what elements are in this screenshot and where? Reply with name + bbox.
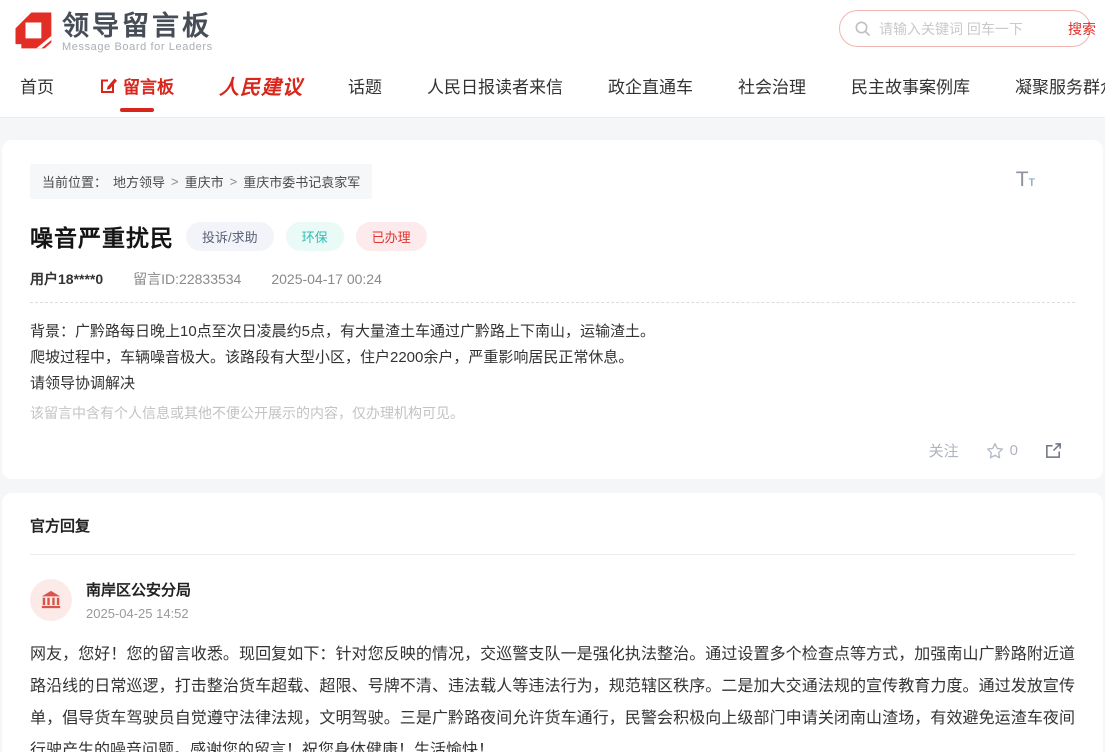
favorite-count: 0 [1010, 442, 1018, 459]
search-bar: 搜索 [839, 10, 1091, 47]
star-icon [985, 441, 1005, 461]
search-input[interactable] [879, 21, 1060, 37]
brand-subtitle: Message Board for Leaders [62, 41, 213, 53]
nav-item-serve-masses[interactable]: 凝聚服务群众 [1015, 73, 1105, 112]
agency-name: 南岸区公安分局 [86, 579, 191, 600]
message-actions: 关注 0 [30, 440, 1075, 461]
message-body: 背景：广黔路每日晚上10点至次日凌晨约5点，有大量渣土车通过广黔路上下南山，运输… [30, 319, 1075, 426]
breadcrumb: 当前位置： 地方领导 > 重庆市 > 重庆市委书记袁家军 [30, 164, 372, 199]
message-date: 2025-04-17 00:24 [271, 271, 382, 287]
breadcrumb-separator: > [171, 174, 179, 189]
nav-item-democracy-cases[interactable]: 民主故事案例库 [851, 73, 970, 112]
follow-button[interactable]: 关注 [929, 440, 959, 461]
nav-item-readers-letters[interactable]: 人民日报读者来信 [427, 73, 563, 112]
breadcrumb-separator: > [230, 174, 238, 189]
tag-field-environment: 环保 [286, 222, 344, 251]
breadcrumb-item-leader[interactable]: 重庆市委书记袁家军 [243, 172, 360, 191]
government-building-icon [40, 589, 62, 611]
brand-title: 领导留言板 [62, 12, 213, 40]
header: 领导留言板 Message Board for Leaders 搜索 首页 [0, 0, 1105, 118]
breadcrumb-item-city[interactable]: 重庆市 [185, 172, 224, 191]
main-nav: 首页 留言板 人民建议 话题 人民日报读者来信 政企直通车 社会治理 民主故事案… [12, 71, 1091, 114]
message-paragraph: 爬坡过程中，车辆噪音极大。该路段有大型小区，住户2200余户，严重影响居民正常休… [30, 345, 1075, 371]
font-size-toggle-big: T [1016, 168, 1029, 191]
nav-item-topics[interactable]: 话题 [348, 73, 382, 112]
search-button[interactable]: 搜索 [1068, 19, 1096, 39]
agency-avatar [30, 579, 72, 621]
nav-item-message-board[interactable]: 留言板 [99, 73, 174, 112]
message-id: 留言ID:22833534 [133, 269, 241, 289]
official-reply-heading: 官方回复 [30, 515, 1075, 536]
breadcrumb-label: 当前位置： [42, 172, 107, 191]
breadcrumb-item-local-leaders[interactable]: 地方领导 [113, 172, 165, 191]
privacy-note: 该留言中含有个人信息或其他不便公开展示的内容，仅办理机构可见。 [30, 400, 1075, 426]
nav-item-message-board-label: 留言板 [123, 73, 174, 98]
reply-date: 2025-04-25 14:52 [86, 606, 191, 621]
app-logo[interactable]: 领导留言板 Message Board for Leaders [12, 10, 213, 55]
nav-item-social-governance[interactable]: 社会治理 [738, 73, 806, 112]
page-title: 噪音严重扰民 [30, 219, 174, 253]
search-icon [854, 20, 871, 37]
font-size-toggle[interactable]: Tт [1016, 168, 1035, 192]
official-reply-card: 官方回复 南岸区公安分局 2025-04-25 14:52 网友，您好！您的留言… [2, 493, 1103, 752]
divider [30, 554, 1075, 555]
favorite-button[interactable]: 0 [985, 441, 1018, 461]
nav-item-gov-enterprise[interactable]: 政企直通车 [608, 73, 693, 112]
message-user: 用户18****0 [30, 269, 103, 289]
compose-icon [99, 76, 118, 95]
nav-item-home[interactable]: 首页 [20, 73, 54, 112]
message-card: 当前位置： 地方领导 > 重庆市 > 重庆市委书记袁家军 Tт 噪音严重扰民 投… [2, 140, 1103, 479]
app-logo-icon [12, 10, 54, 55]
tag-status-handled: 已办理 [356, 222, 427, 251]
tag-complaint-type: 投诉/求助 [186, 222, 274, 251]
reply-content: 网友，您好！您的留言收悉。现回复如下：针对您反映的情况，交巡警支队一是强化执法整… [30, 639, 1075, 752]
message-paragraph: 请领导协调解决 [30, 371, 1075, 397]
share-button[interactable] [1044, 441, 1063, 460]
message-meta: 用户18****0 留言ID:22833534 2025-04-17 00:24 [30, 269, 1075, 303]
font-size-toggle-small: т [1029, 173, 1035, 189]
nav-item-peoples-suggestion[interactable]: 人民建议 [219, 71, 303, 114]
share-icon [1044, 441, 1063, 460]
message-paragraph: 背景：广黔路每日晚上10点至次日凌晨约5点，有大量渣土车通过广黔路上下南山，运输… [30, 319, 1075, 345]
